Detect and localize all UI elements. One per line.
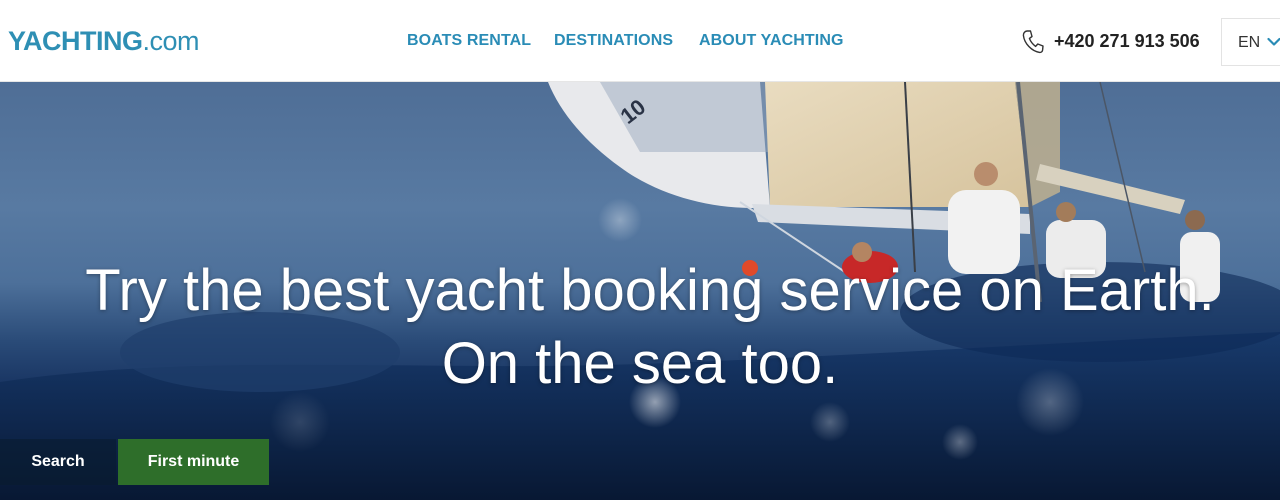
phone-icon [1022,30,1044,54]
hero-headline-line-2: On the sea too. [441,331,839,396]
hero-banner: 10 Try the best yacht booking service on… [0,82,1280,500]
tab-first-minute[interactable]: First minute [118,439,269,485]
language-selector[interactable]: EN [1221,18,1280,66]
language-label: EN [1238,34,1261,51]
tab-search[interactable]: Search [0,439,116,485]
nav-destinations[interactable]: DESTINATIONS [554,32,673,50]
nav-about-yachting[interactable]: ABOUT YACHTING [699,32,844,50]
phone-number[interactable]: +420 271 913 506 [1054,31,1200,52]
site-header: YACHTING.com BOATS RENTAL DESTINATIONS A… [0,0,1280,82]
nav-boats-rental[interactable]: BOATS RENTAL [407,32,531,50]
hero-headline-line-1: Try the best yacht booking service on Ea… [85,258,1215,323]
chevron-down-icon [1267,37,1280,46]
